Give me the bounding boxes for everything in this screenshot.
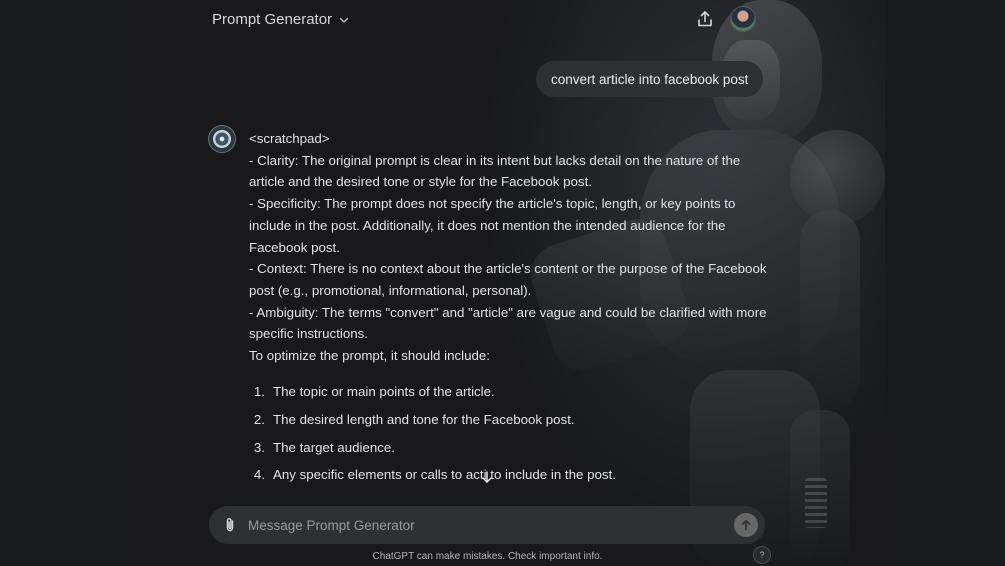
send-button[interactable] [734, 513, 758, 537]
avatar[interactable] [730, 6, 756, 32]
arrow-down-icon [482, 471, 492, 483]
message-paragraph: - Ambiguity: The terms "convert" and "ar… [249, 304, 767, 342]
share-icon[interactable] [695, 9, 715, 29]
page-title: Prompt Generator [212, 11, 333, 28]
model-selector[interactable]: Prompt Generator [212, 11, 350, 28]
list-item: 3. The target audience. [249, 437, 769, 459]
numbered-list: 1. The topic or main points of the artic… [249, 381, 769, 486]
list-text: Any specific elements or calls to acti t… [273, 467, 616, 483]
list-number: 3. [253, 439, 265, 455]
list-text: The target audience. [273, 439, 395, 455]
list-number: 1. [253, 383, 265, 399]
list-text: The topic or main points of the article. [273, 383, 495, 399]
assistant-message: <scratchpad> - Clarity: The original pro… [249, 128, 769, 492]
message-paragraph: To optimize the prompt, it should includ… [249, 348, 490, 364]
message-input[interactable] [248, 506, 718, 544]
message-paragraph: - Context: There is no context about the… [249, 261, 767, 298]
list-item: 2. The desired length and tone for the F… [249, 409, 769, 431]
disclaimer-text: ChatGPT can make mistakes. Check importa… [372, 551, 603, 562]
message-paragraph: <scratchpad> [249, 131, 330, 146]
list-number: 4. [253, 467, 265, 483]
message-paragraph: - Specificity: The prompt does not speci… [249, 196, 736, 255]
help-button[interactable]: ? [753, 546, 771, 564]
message-composer [209, 506, 765, 544]
assistant-avatar [208, 125, 236, 153]
arrow-up-icon [741, 519, 751, 531]
list-number: 2. [253, 411, 265, 427]
chevron-down-icon [339, 17, 349, 23]
list-item: 4. Any specific elements or calls to act… [249, 464, 769, 486]
user-message: convert article into facebook post [536, 61, 764, 97]
message-paragraph: - Clarity: The original prompt is clear … [249, 152, 741, 190]
list-text: The desired length and tone for the Face… [273, 411, 575, 427]
scroll-to-bottom-button[interactable] [478, 468, 496, 486]
paperclip-icon[interactable] [221, 516, 239, 534]
list-item: 1. The topic or main points of the artic… [249, 381, 769, 403]
